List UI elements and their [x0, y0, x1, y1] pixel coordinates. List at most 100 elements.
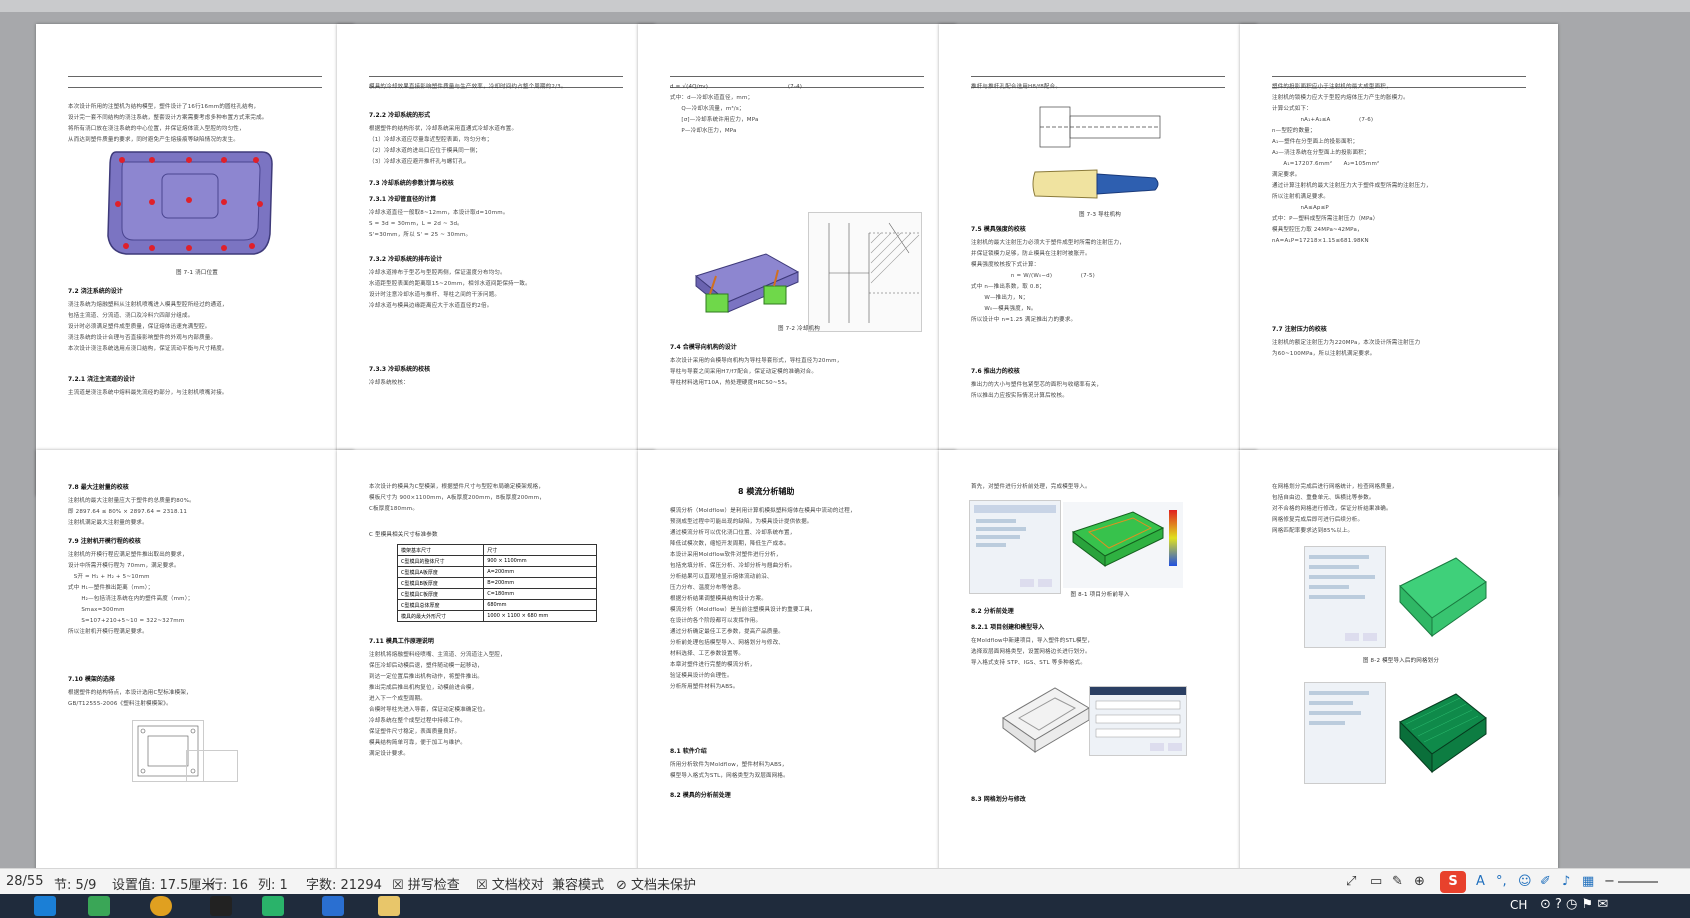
- ime-en-icon[interactable]: A: [1476, 874, 1485, 889]
- folder-icon[interactable]: [378, 896, 400, 916]
- body-text: 本次设计的模具为C型模架，根据塑件尺寸与型腔布局确定模架规格， 模板尺寸为 90…: [369, 484, 545, 512]
- guide-pin-drawing: [1035, 102, 1165, 152]
- table-row: C型模具的整体尺寸 900 × 1100mm: [396, 555, 597, 567]
- table-cell-label: C型模具B板厚度: [396, 577, 485, 589]
- document-workspace[interactable]: 本次设计所用的注塑机为结构模型，塑件设计了16行16mm的圆柱孔结构， 设计完一…: [0, 0, 1690, 868]
- table-row: 模具的最大外形尺寸 1000 × 1100 × 680 mm: [396, 610, 597, 622]
- protect-status[interactable]: ⊘ 文档未保护: [616, 874, 696, 893]
- table-cell-value: 680mm: [483, 599, 597, 611]
- wps-ime-icon[interactable]: S: [1440, 871, 1466, 893]
- section-heading: 8.2 分析前处理: [971, 608, 1014, 615]
- section-heading: 7.7 注射压力的校核: [1272, 326, 1327, 333]
- page-27[interactable]: d = √(4Q/πv) (7-4) 式中：d—冷却水道直径，mm； Q—冷却水…: [638, 24, 956, 496]
- project-dialog-screenshot: [969, 500, 1061, 594]
- import-dialog-screenshot: [1089, 686, 1187, 756]
- part-wireframe-figure: [995, 678, 1095, 768]
- taskbar: CH ⊙ ? ◷ ⚑ ✉: [0, 894, 1690, 918]
- edit-mode-icon[interactable]: ✎: [1392, 874, 1403, 889]
- table-cell-value: A=200mm: [483, 566, 597, 578]
- table-cell-label: C型模具A板厚度: [396, 566, 485, 578]
- setting-indicator: 设置值: 17.5厘米: [112, 878, 215, 893]
- body-text: 注射机的最大注射压力必须大于塑件成型时所需的注射压力， 并保证锁模力足够，防止模…: [971, 240, 1125, 323]
- body-text: 模具的冷却效果直接影响塑件质量与生产效率，冷却时间约占整个周期的2/3。: [369, 84, 567, 90]
- section-heading: 7.9 注射机开模行程的校核: [68, 538, 141, 545]
- body-text: 所用分析软件为Moldflow，塑件材料为ABS， 模型导入格式为STL，网格类…: [670, 762, 789, 779]
- page-33[interactable]: 首先，对塑件进行分析前处理，完成模型导入。 图 8-1 项目分析前导入 8.2 …: [939, 450, 1257, 868]
- body-text: 冷却水道直径一般取8~12mm，本设计取d=10mm。 S = 3d = 30m…: [369, 210, 509, 238]
- body-text: 冷却系统校核：: [369, 380, 409, 386]
- body-text: 模流分析（Moldflow）是利用计算机模拟塑料熔体在模具中流动的过程， 预测成…: [670, 508, 856, 690]
- figure-caption: 图 8-1 项目分析前导入: [1070, 592, 1130, 598]
- table-row: C型模具A板厚度 A=200mm: [396, 566, 597, 578]
- section-heading: 7.2 浇注系统的设计: [68, 288, 123, 295]
- spell-check-icon: ☒: [392, 878, 404, 893]
- page-25[interactable]: 本次设计所用的注塑机为结构模型，塑件设计了16行16mm的圆柱孔结构， 设计完一…: [36, 24, 354, 496]
- body-text: 冷却水道排布于型芯与型腔两侧，保证温度分布均匀。 水道距型腔表面的距离取15~2…: [369, 270, 531, 309]
- emoji-icon[interactable]: ☺: [1518, 874, 1532, 889]
- tray-icons[interactable]: ⊙ ? ◷ ⚑ ✉: [1540, 897, 1608, 912]
- zoom-out-icon[interactable]: −: [1604, 874, 1615, 889]
- body-text: 根据塑件的结构形状，冷却系统采用直通式冷却水道布置。 （1）冷却水道应尽量靠近型…: [369, 126, 518, 165]
- page-30[interactable]: 7.8 最大注射量的校核 注射机的最大注射量应大于塑件的总质量的80%。 即 2…: [36, 450, 354, 868]
- table-row: 模架基本尺寸 尺寸: [396, 544, 597, 556]
- body-text: 注射机将熔融塑料经喷嘴、主流道、分流道注入型腔， 保压冷却后动模后退，塑件随动模…: [369, 652, 506, 757]
- section-heading: 8.2 模具的分析前处理: [670, 792, 731, 799]
- page-32[interactable]: 8 模流分析辅助 模流分析（Moldflow）是利用计算机模拟塑料熔体在模具中流…: [638, 450, 956, 868]
- page-header-rule: [68, 76, 322, 88]
- mesh-dialog-screenshot: [1304, 546, 1386, 648]
- table-cell-label: C型模具C板厚度: [396, 588, 485, 600]
- mold-base-side-drawing: [186, 750, 238, 782]
- app-icon[interactable]: [88, 896, 110, 916]
- doc-check-button[interactable]: ☒ 文档校对: [476, 874, 544, 893]
- table-cell-label: 模架基本尺寸: [396, 544, 485, 556]
- web-layout-icon[interactable]: ⊕: [1414, 874, 1425, 889]
- section-heading: 8.1 软件介绍: [670, 748, 707, 755]
- mold-dimensions-table: 模架基本尺寸 尺寸 C型模具的整体尺寸 900 × 1100mm C型模具A板厚度 A=2…: [396, 544, 597, 622]
- punct-icon[interactable]: °,: [1496, 874, 1507, 889]
- page-31[interactable]: 本次设计的模具为C型模架，根据塑件尺寸与型腔布局确定模架规格， 模板尺寸为 90…: [337, 450, 655, 868]
- table-cell-value: 900 × 1100mm: [483, 555, 597, 567]
- body-text: 在网格划分完成后进行网格统计，检查网格质量， 包括自由边、重叠单元、纵横比等参数…: [1272, 484, 1398, 534]
- body-text: d = √(4Q/πv) (7-4) 式中：d—冷却水道直径，mm； Q—冷却水…: [670, 84, 803, 134]
- table-row: C型模具C板厚度 C=180mm: [396, 588, 597, 600]
- section-heading: 7.3 冷却系统的参数计算与校核: [369, 180, 454, 187]
- page-29[interactable]: 塑件的投影面积应小于注射机的最大成型面积， 注射机的锁模力应大于型腔内熔体压力产…: [1240, 24, 1558, 496]
- read-mode-icon[interactable]: ▭: [1370, 874, 1382, 889]
- row-indicator: 行: 16: [210, 878, 249, 893]
- wps-icon[interactable]: [322, 896, 344, 916]
- toolbox-icon[interactable]: ▦: [1582, 874, 1594, 889]
- page-26[interactable]: 模具的冷却效果直接影响塑件质量与生产效率，冷却时间约占整个周期的2/3。 7.2…: [337, 24, 655, 496]
- page-34[interactable]: 在网格划分完成后进行网格统计，检查网格质量， 包括自由边、重叠单元、纵横比等参数…: [1240, 450, 1558, 868]
- table-row: C型模具总体厚度 680mm: [396, 599, 597, 611]
- body-text: 主流道是浇注系统中熔料最先流经的部分，与注射机喷嘴对接。: [68, 390, 228, 396]
- skin-icon[interactable]: ✐: [1540, 874, 1551, 889]
- body-text: 注射机的额定注射压力为220MPa，本次设计所需注射压力 为60~100MPa，…: [1272, 340, 1421, 357]
- chrome-icon[interactable]: [150, 896, 172, 916]
- spell-check-button[interactable]: ☒ 拼写检查: [392, 874, 460, 893]
- figure-caption: 图 7-2 冷却机构: [778, 326, 820, 332]
- ie-icon[interactable]: [34, 896, 56, 916]
- section-heading: 8.3 网格划分与修改: [971, 796, 1026, 803]
- mesh-result-figure: [1063, 502, 1183, 588]
- section-heading: 7.2.2 冷却系统的形式: [369, 112, 431, 119]
- page-28[interactable]: 推杆与推杆孔配合选用H8/f8配合。 图 7-3 导柱机构 7.5 模具强度的校…: [939, 24, 1257, 496]
- media-icon[interactable]: [262, 896, 284, 916]
- page-indicator[interactable]: 28/55: [6, 874, 43, 889]
- body-text: 在Moldflow中新建项目，导入塑件的STL模型， 选择双层面网格类型，设置网…: [971, 638, 1094, 666]
- ime-indicator[interactable]: CH: [1510, 898, 1527, 912]
- table-title: C 型模具相关尺寸标准参数: [369, 532, 438, 538]
- guide-pin-model: [1027, 154, 1167, 214]
- zoom-slider[interactable]: [1618, 881, 1658, 883]
- table-cell-label: C型模具总体厚度: [396, 599, 485, 611]
- mic-icon[interactable]: ♪: [1562, 874, 1570, 889]
- col-indicator: 列: 1: [258, 878, 288, 893]
- word-count[interactable]: 字数: 21294: [306, 874, 382, 893]
- fullscreen-icon[interactable]: ⤢: [1346, 874, 1356, 889]
- table-cell-value: 1000 × 1100 × 680 mm: [483, 610, 597, 622]
- body-text: 本次设计所用的注塑机为结构模型，塑件设计了16行16mm的圆柱孔结构， 设计完一…: [68, 104, 268, 143]
- dense-mesh-figure: [1386, 682, 1496, 792]
- body-text: 注射机的最大注射量应大于塑件的总质量的80%。 即 2897.64 ≤ 80% …: [68, 498, 195, 526]
- body-text: 推出力的大小与塑件包紧型芯的面积与收缩率有关， 所以推出力应按实际情况计算后校核…: [971, 382, 1103, 399]
- part-model-figure: [104, 144, 274, 262]
- qq-icon[interactable]: [210, 896, 232, 916]
